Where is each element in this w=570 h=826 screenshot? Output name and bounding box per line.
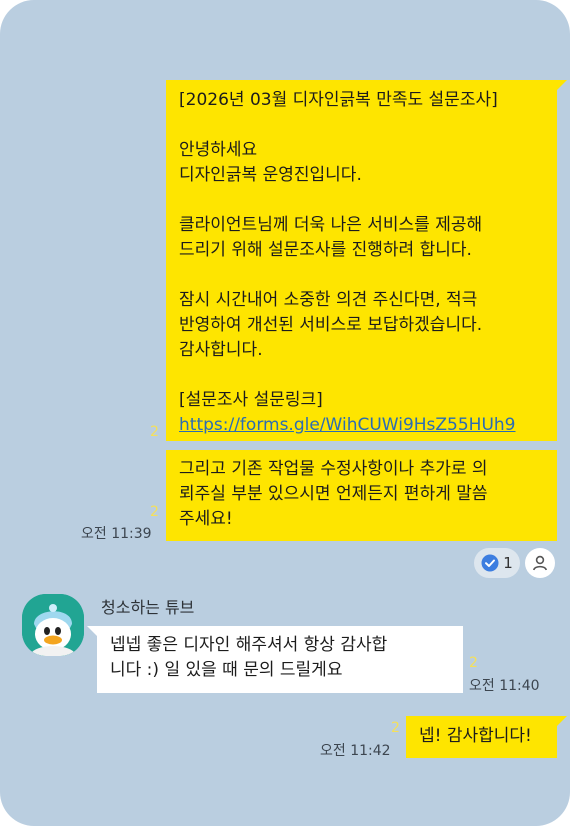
- survey-link-label: [설문조사 설문링크]: [179, 390, 323, 410]
- survey-greeting: 안녕하세요: [179, 140, 258, 160]
- survey-paragraph: 잠시 시간내어 소중한 의견 주신다면, 적극: [179, 290, 478, 310]
- thanks-message-bubble[interactable]: 넵! 감사합니다!: [406, 716, 557, 758]
- check-circle-icon: [481, 554, 499, 572]
- unread-count: 2: [391, 720, 400, 736]
- survey-link[interactable]: https://forms.gle/WihCUWi9HsZ55HUh9: [179, 415, 516, 435]
- survey-paragraph: 클라이언트님께 더욱 나은 서비스를 제공해: [179, 215, 483, 235]
- reaction-user-button[interactable]: [525, 548, 555, 578]
- message-line: 뢰주실 부분 있으시면 언제든지 편하게 말씀: [179, 484, 488, 504]
- chat-room: 2 [2026년 03월 디자인긁복 만족도 설문조사] 안녕하세요 디자인긁복…: [0, 0, 570, 826]
- survey-message-bubble[interactable]: [2026년 03월 디자인긁복 만족도 설문조사] 안녕하세요 디자인긁복 운…: [166, 80, 557, 441]
- bubble-tail: [556, 716, 567, 727]
- message-line: 니다 :) 일 있을 때 문의 드릴게요: [110, 660, 343, 680]
- person-icon: [533, 555, 547, 571]
- reply-message-bubble[interactable]: 넵넵 좋은 디자인 해주셔서 항상 감사합 니다 :) 일 있을 때 문의 드릴…: [97, 626, 463, 693]
- message-line: 넵넵 좋은 디자인 해주셔서 항상 감사합: [110, 635, 388, 655]
- reaction-count: 1: [503, 554, 513, 572]
- survey-paragraph: 반영하여 개선된 서비스로 보답하겠습니다.: [179, 315, 483, 335]
- message-line: 넵! 감사합니다!: [419, 726, 532, 746]
- unread-count: 2: [150, 504, 159, 520]
- survey-greeting: 디자인긁복 운영진입니다.: [179, 165, 362, 185]
- survey-paragraph: 드리기 위해 설문조사를 진행하려 합니다.: [179, 240, 472, 260]
- duck-avatar-icon: [22, 594, 84, 656]
- message-line: 주세요!: [179, 509, 233, 529]
- sender-name: 청소하는 튜브: [101, 598, 195, 617]
- unread-count: 2: [469, 655, 478, 671]
- unread-count: 2: [150, 424, 159, 440]
- followup-message-bubble[interactable]: 그리고 기존 작업물 수정사항이나 추가로 의 뢰주실 부분 있으시면 언제든지…: [166, 450, 557, 541]
- avatar[interactable]: [22, 594, 84, 656]
- survey-title: [2026년 03월 디자인긁복 만족도 설문조사]: [179, 90, 498, 110]
- message-time: 오전 11:42: [320, 743, 391, 759]
- message-line: 그리고 기존 작업물 수정사항이나 추가로 의: [179, 459, 488, 479]
- bubble-tail: [556, 80, 567, 91]
- reaction-badge[interactable]: 1: [474, 548, 520, 578]
- message-time: 오전 11:40: [469, 678, 540, 694]
- survey-paragraph: 감사합니다.: [179, 340, 263, 360]
- message-time: 오전 11:39: [81, 526, 152, 542]
